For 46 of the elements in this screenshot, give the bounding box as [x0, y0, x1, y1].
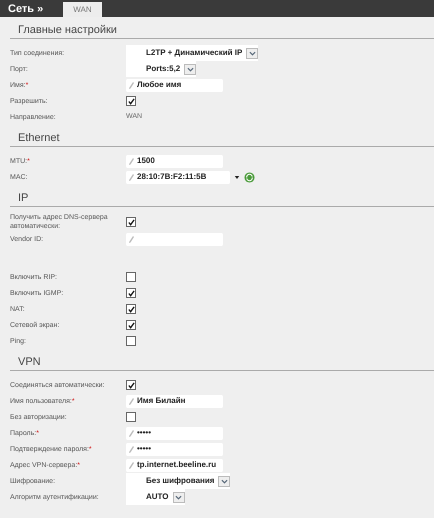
chevron-down-icon [220, 478, 228, 484]
chevron-down-icon [248, 50, 256, 56]
check-icon [128, 322, 134, 328]
input-field[interactable]: 28:10:7B:F2:11:5B [126, 170, 230, 184]
check-icon [128, 290, 134, 296]
input-field[interactable]: ••••• [126, 442, 223, 456]
check-icon [128, 306, 134, 312]
check-icon [128, 98, 134, 104]
input-field[interactable]: tp.internet.beeline.ru [126, 458, 223, 472]
pencil-icon [129, 82, 134, 88]
pencil-icon [129, 158, 134, 164]
section-heading: Ethernet [10, 131, 434, 147]
checkbox[interactable] [126, 96, 136, 106]
refresh-icon[interactable] [244, 172, 255, 182]
pencil-icon [129, 398, 134, 404]
tab[interactable]: WAN [63, 2, 102, 17]
input-field[interactable]: 1500 [126, 154, 223, 168]
chevron-down-icon [175, 494, 182, 500]
input-field[interactable]: Любое имя [126, 78, 223, 92]
section-heading: IP [10, 191, 434, 207]
pencil-icon [129, 462, 134, 468]
check-icon [128, 218, 134, 226]
check-icon [128, 382, 134, 388]
section-heading: VPN [10, 355, 434, 371]
input-field[interactable]: Имя Билайн [126, 394, 223, 408]
section-heading: Главные настройки [10, 23, 434, 39]
pencil-icon [129, 430, 134, 436]
checkbox[interactable] [126, 217, 136, 227]
input-field[interactable] [126, 232, 223, 246]
checkbox[interactable] [126, 320, 136, 330]
pencil-icon [129, 236, 134, 242]
checkbox[interactable] [126, 304, 136, 314]
dropdown[interactable]: Ports:5,2 [126, 61, 196, 77]
checkbox[interactable] [126, 412, 136, 422]
chevron-down-icon [186, 66, 194, 72]
dropdown[interactable]: L2TP + Динамический IP [126, 45, 258, 61]
checkbox[interactable] [126, 336, 136, 346]
dropdown[interactable]: Без шифрования [126, 473, 230, 489]
pencil-icon [129, 174, 134, 180]
pencil-icon [129, 446, 134, 452]
checkbox[interactable] [126, 288, 136, 298]
checkbox[interactable] [126, 380, 136, 390]
input-field[interactable]: ••••• [126, 426, 223, 440]
dropdown[interactable]: AUTO [126, 489, 185, 505]
checkbox[interactable] [126, 272, 136, 282]
section-title: Сеть » [8, 2, 44, 16]
